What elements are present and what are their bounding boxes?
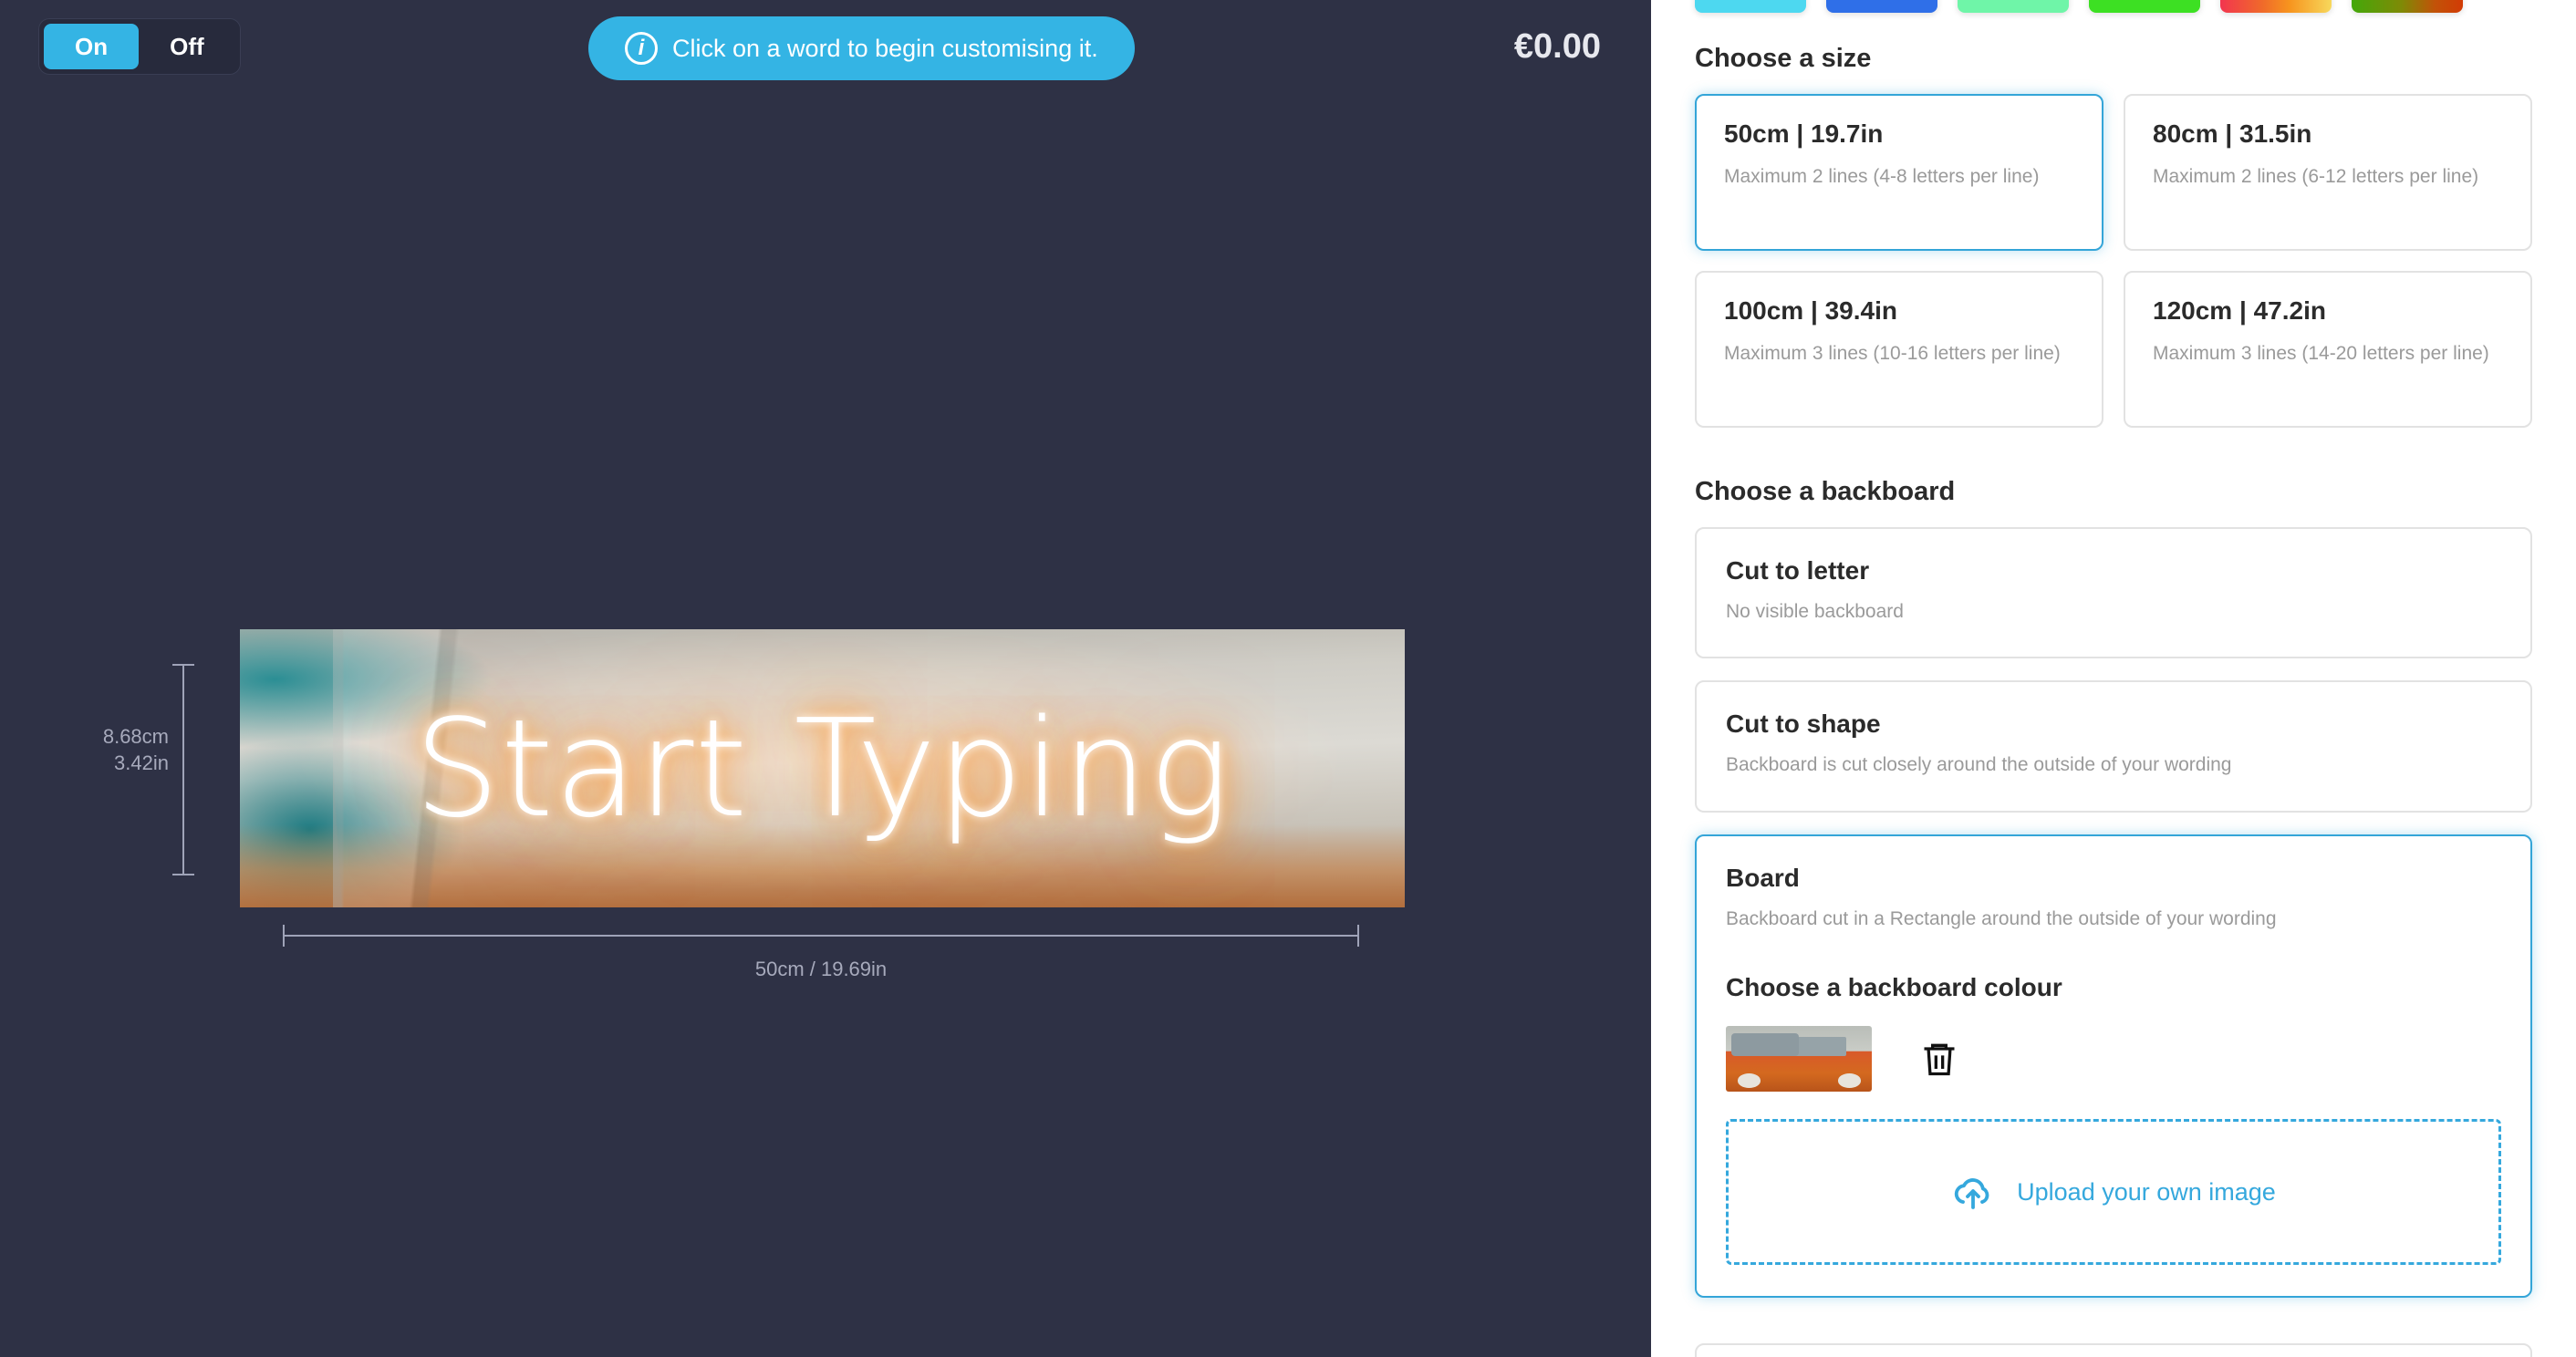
backboard-colour-title: Choose a backboard colour xyxy=(1726,973,2501,1002)
upload-dropzone[interactable]: Upload your own image xyxy=(1726,1119,2501,1265)
backboard-option-cut-to-letter[interactable]: Cut to letter No visible backboard xyxy=(1695,527,2532,658)
trash-icon xyxy=(1919,1038,1959,1080)
size-options-grid: 50cm | 19.7in Maximum 2 lines (4-8 lette… xyxy=(1695,94,2532,428)
info-icon: i xyxy=(625,32,658,65)
swatch-red-yellow-gradient[interactable] xyxy=(2220,0,2332,13)
swatch-green-red-gradient[interactable] xyxy=(2352,0,2463,13)
options-panel: Choose a size 50cm | 19.7in Maximum 2 li… xyxy=(1651,0,2576,1357)
swatch-green[interactable] xyxy=(2089,0,2200,13)
toggle-off-button[interactable]: Off xyxy=(139,24,235,69)
backboard-option-desc: Backboard cut in a Rectangle around the … xyxy=(1726,906,2501,933)
uploaded-image-row xyxy=(1726,1026,2501,1092)
info-banner-text: Click on a word to begin customising it. xyxy=(672,35,1098,63)
size-option-80cm[interactable]: 80cm | 31.5in Maximum 2 lines (6-12 lett… xyxy=(2124,94,2532,251)
info-banner[interactable]: i Click on a word to begin customising i… xyxy=(588,16,1135,80)
light-toggle-group: On Off xyxy=(38,18,241,75)
size-option-title: 80cm | 31.5in xyxy=(2153,119,2503,149)
toggle-on-button[interactable]: On xyxy=(44,24,139,69)
vw-van-thumbnail[interactable] xyxy=(1726,1026,1872,1092)
backboard-option-board[interactable]: Board Backboard cut in a Rectangle aroun… xyxy=(1695,834,2532,1298)
size-section-title: Choose a size xyxy=(1695,44,2532,74)
neon-word-1[interactable]: Start xyxy=(414,690,749,847)
backboard-option-box[interactable]: Box xyxy=(1695,1343,2532,1357)
size-option-title: 50cm | 19.7in xyxy=(1724,119,2074,149)
neon-sign-customiser: On Off i Click on a word to begin custom… xyxy=(0,0,2576,1357)
size-option-desc: Maximum 2 lines (6-12 letters per line) xyxy=(2153,163,2503,191)
width-guide-line xyxy=(283,935,1359,937)
backboard-option-desc: No visible backboard xyxy=(1726,598,2501,626)
sign-stage: 8.68cm 3.42in Start Typing 50cm / 19.69i… xyxy=(0,547,1651,1021)
colour-swatch-row xyxy=(1695,0,2532,13)
backboard-option-cut-to-shape[interactable]: Cut to shape Backboard is cut closely ar… xyxy=(1695,680,2532,812)
backboard-option-title: Cut to letter xyxy=(1726,556,2501,585)
backboard-option-title: Cut to shape xyxy=(1726,710,2501,739)
width-dimension-label: 50cm / 19.69in xyxy=(283,958,1359,981)
backboard-section-title: Choose a backboard xyxy=(1695,477,2532,507)
size-option-100cm[interactable]: 100cm | 39.4in Maximum 3 lines (10-16 le… xyxy=(1695,271,2103,428)
upload-label: Upload your own image xyxy=(2017,1178,2276,1207)
size-option-title: 120cm | 47.2in xyxy=(2153,296,2503,326)
size-option-desc: Maximum 3 lines (14-20 letters per line) xyxy=(2153,340,2503,368)
price-display: €0.00 xyxy=(1514,27,1601,67)
neon-text[interactable]: Start Typing xyxy=(240,629,1405,907)
neon-word-2[interactable]: Typing xyxy=(794,690,1231,847)
swatch-mint[interactable] xyxy=(1958,0,2069,13)
height-dimension-label: 8.68cm 3.42in xyxy=(55,723,169,776)
size-option-title: 100cm | 39.4in xyxy=(1724,296,2074,326)
size-option-120cm[interactable]: 120cm | 47.2in Maximum 3 lines (14-20 le… xyxy=(2124,271,2532,428)
size-option-50cm[interactable]: 50cm | 19.7in Maximum 2 lines (4-8 lette… xyxy=(1695,94,2103,251)
size-option-desc: Maximum 2 lines (4-8 letters per line) xyxy=(1724,163,2074,191)
backboard-option-desc: Backboard is cut closely around the outs… xyxy=(1726,751,2501,779)
size-option-desc: Maximum 3 lines (10-16 letters per line) xyxy=(1724,340,2074,368)
cloud-upload-icon xyxy=(1951,1174,1995,1210)
swatch-blue[interactable] xyxy=(1826,0,1937,13)
swatch-cyan[interactable] xyxy=(1695,0,1806,13)
backboard-option-title: Board xyxy=(1726,864,2501,893)
backboard-options-list: Cut to letter No visible backboard Cut t… xyxy=(1695,527,2532,1357)
delete-image-button[interactable] xyxy=(1916,1034,1963,1083)
height-cm-value: 8.68cm xyxy=(55,723,169,750)
neon-sign-preview[interactable]: Start Typing xyxy=(240,629,1405,907)
sign-preview-canvas: On Off i Click on a word to begin custom… xyxy=(0,0,1651,1357)
height-guide-line xyxy=(182,664,184,875)
height-in-value: 3.42in xyxy=(55,750,169,776)
